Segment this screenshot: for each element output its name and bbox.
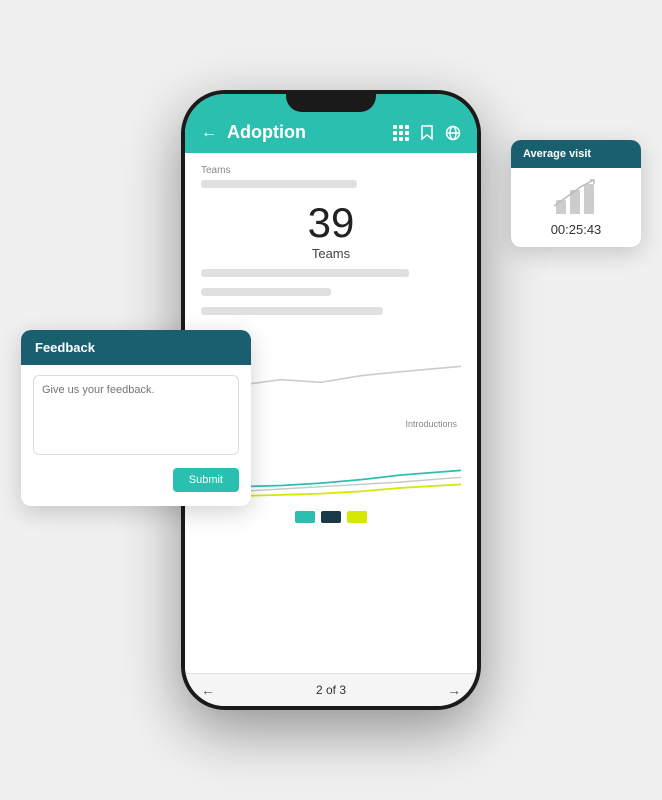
content-skeleton [201, 269, 461, 321]
stat-label: Teams [201, 246, 461, 261]
feedback-header: Feedback [21, 330, 251, 365]
average-visit-header: Average visit [511, 140, 641, 168]
notch [286, 90, 376, 112]
feedback-input[interactable] [33, 375, 239, 455]
next-button[interactable]: → [447, 682, 461, 698]
feedback-card: Feedback Submit [21, 330, 251, 506]
back-button[interactable]: ← [201, 124, 217, 142]
feedback-body: Submit [21, 365, 251, 506]
feedback-submit-button[interactable]: Submit [173, 468, 239, 492]
header-icons [393, 125, 461, 141]
chart-legend [201, 511, 461, 523]
globe-icon[interactable] [445, 125, 461, 141]
teams-skeleton [201, 180, 461, 194]
bar-chart-icon [554, 178, 598, 216]
bottom-nav: ← 2 of 3 → [185, 673, 477, 706]
stat-block: 39 Teams [201, 202, 461, 261]
page-title: Adoption [227, 122, 383, 143]
bookmark-icon[interactable] [421, 125, 433, 141]
average-visit-body: 00:25:43 [511, 168, 641, 247]
scene: ← Adoption [21, 20, 641, 780]
page-indicator: 2 of 3 [316, 683, 346, 697]
stat-number: 39 [201, 202, 461, 244]
legend-teal [295, 511, 315, 523]
grid-icon[interactable] [393, 125, 409, 141]
legend-dark [321, 511, 341, 523]
average-visit-card: Average visit 00:25:43 [511, 140, 641, 247]
teams-section-label: Teams [201, 165, 461, 176]
legend-yellow [347, 511, 367, 523]
prev-button[interactable]: ← [201, 682, 215, 698]
average-time: 00:25:43 [523, 222, 629, 237]
